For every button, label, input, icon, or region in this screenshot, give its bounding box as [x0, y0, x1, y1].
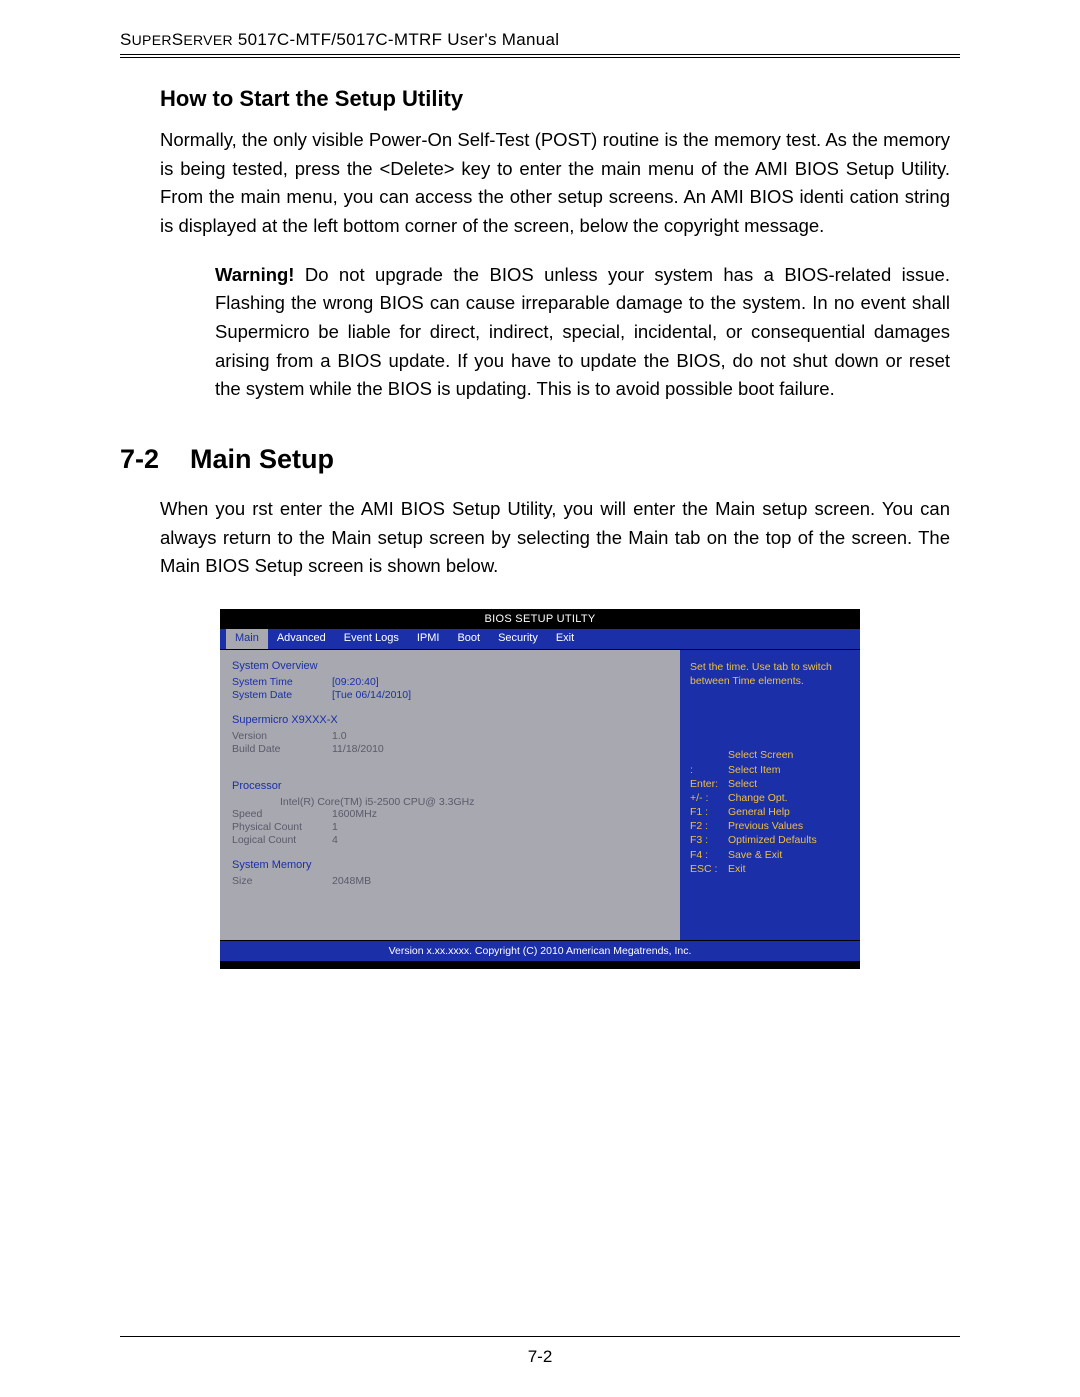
bios-footer: Version x.xx.xxxx. Copyright (C) 2010 Am… [220, 940, 860, 961]
bios-tab-exit[interactable]: Exit [547, 629, 583, 649]
bios-key-a: Exit [728, 862, 746, 876]
bios-system-overview-head: System Overview [232, 660, 668, 672]
bios-key-k: : [690, 763, 728, 777]
bios-key-a: Previous Values [728, 819, 803, 833]
bios-key-k: F3 : [690, 833, 728, 847]
bios-tab-ipmi[interactable]: IPMI [408, 629, 449, 649]
bios-tab-boot[interactable]: Boot [448, 629, 489, 649]
page-number: 7-2 [120, 1336, 960, 1367]
subtitle-how-to-start: How to Start the Setup Utility [160, 86, 960, 112]
bios-logical-count-value: 4 [332, 834, 338, 846]
bios-system-date-label: System Date [232, 689, 332, 701]
bios-logical-count-label: Logical Count [232, 834, 332, 846]
bios-speed-label: Speed [232, 808, 332, 820]
bios-build-date-label: Build Date [232, 743, 332, 755]
bios-tab-bar: Main Advanced Event Logs IPMI Boot Secur… [220, 629, 860, 649]
bios-physical-count-label: Physical Count [232, 821, 332, 833]
bios-cpu-name: Intel(R) Core(TM) i5-2500 CPU@ 3.3GHz [232, 796, 668, 808]
bios-key-a: Save & Exit [728, 848, 782, 862]
bios-key-a: Select Screen [728, 748, 793, 762]
para-main-setup: When you rst enter the AMI BIOS Setup Ut… [160, 495, 950, 581]
bios-key-k: Enter: [690, 777, 728, 791]
bios-key-a: Optimized Defaults [728, 833, 817, 847]
bios-key-k: F1 : [690, 805, 728, 819]
section-title-main-setup: 7-2Main Setup [120, 444, 960, 475]
bios-processor-head: Processor [232, 780, 668, 792]
bios-help-panel: Set the time. Use tab to switch between … [680, 650, 860, 940]
bios-tab-advanced[interactable]: Advanced [268, 629, 335, 649]
bios-size-label: Size [232, 875, 332, 887]
bios-key-k: F2 : [690, 819, 728, 833]
bios-key-a: Select Item [728, 763, 781, 777]
bios-screenshot: BIOS SETUP UTILTY Main Advanced Event Lo… [220, 609, 860, 969]
bios-board-name: Supermicro X9XXX-X [232, 714, 668, 726]
bios-key-k: +/- : [690, 791, 728, 805]
bios-key-a: General Help [728, 805, 790, 819]
bios-system-date-row[interactable]: System Date [Tue 06/14/2010] [232, 689, 668, 701]
warning-body: Do not upgrade the BIOS unless your syst… [215, 264, 950, 400]
warning-label: Warning! [215, 264, 294, 285]
bios-speed-value: 1600MHz [332, 808, 377, 820]
section-name: Main Setup [190, 444, 334, 474]
bios-key-k: ESC : [690, 862, 728, 876]
bios-window-title: BIOS SETUP UTILTY [220, 609, 860, 629]
bios-version-value: 1.0 [332, 730, 347, 742]
bios-tab-event-logs[interactable]: Event Logs [335, 629, 408, 649]
section-number: 7-2 [120, 444, 190, 475]
bios-system-time-row[interactable]: System Time [09:20:40] [232, 676, 668, 688]
bios-physical-count-value: 1 [332, 821, 338, 833]
bios-key-a: Select [728, 777, 757, 791]
bios-keys-legend: Select Screen :Select Item Enter:Select … [690, 748, 850, 876]
bios-system-time-label: System Time [232, 676, 332, 688]
bios-version-label: Version [232, 730, 332, 742]
bios-system-time-value[interactable]: [09:20:40] [332, 676, 379, 688]
bios-system-date-value[interactable]: [Tue 06/14/2010] [332, 689, 411, 701]
bios-size-value: 2048MB [332, 875, 371, 887]
manual-header: SUPERSERVER SUPERSERVER 5017C-MTF/5017C-… [120, 30, 960, 50]
bios-help-text: Set the time. Use tab to switch between … [690, 660, 850, 688]
bios-key-k [690, 748, 728, 762]
bios-tab-main[interactable]: Main [226, 629, 268, 649]
bios-main-panel: System Overview System Time [09:20:40] S… [220, 650, 680, 940]
warning-block: Warning! Do not upgrade the BIOS unless … [215, 261, 950, 404]
bios-tab-security[interactable]: Security [489, 629, 547, 649]
bios-system-memory-head: System Memory [232, 859, 668, 871]
para-how-to-start: Normally, the only visible Power-On Self… [160, 126, 950, 241]
bios-key-a: Change Opt. [728, 791, 788, 805]
bios-key-k: F4 : [690, 848, 728, 862]
bios-build-date-value: 11/18/2010 [332, 743, 384, 755]
